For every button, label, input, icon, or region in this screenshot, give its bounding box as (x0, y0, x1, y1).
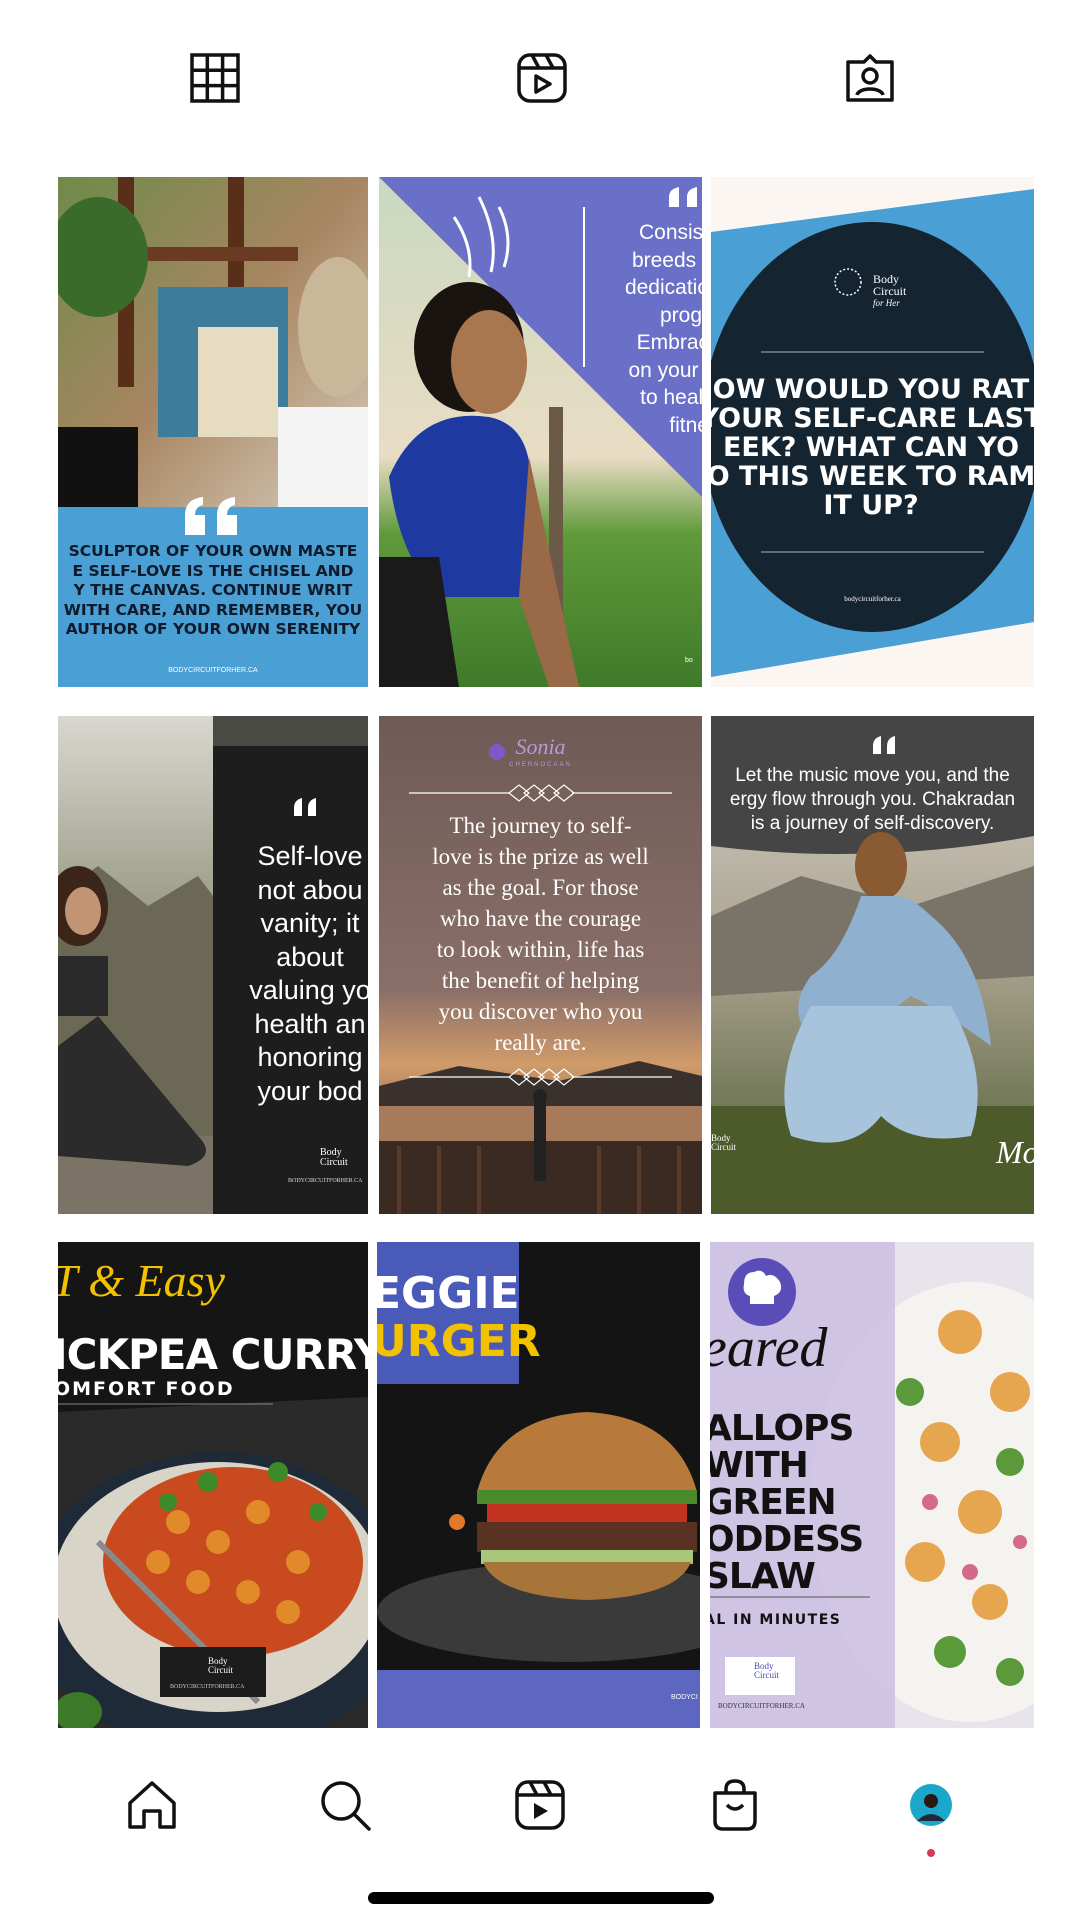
brand-line-2: Circuit (711, 1142, 736, 1152)
profile-avatar[interactable] (896, 1770, 966, 1840)
post-site-label: bodycircuitforher.ca (844, 595, 901, 603)
post-site-label: BODYCI (671, 1694, 698, 1701)
post-script-text: T & Easy (58, 1255, 225, 1306)
post-tile-4[interactable]: Self-love not abou vanity; it about valu… (58, 716, 368, 1214)
home-icon[interactable] (117, 1770, 187, 1840)
post-site-label: BODYCIRCUITFORHER.CA (288, 1178, 363, 1184)
post-title-line-2: URGER (377, 1316, 541, 1367)
post-tile-2[interactable]: Consist breeds r dedicatio progr Embrac … (379, 177, 702, 687)
post-caption-text: OW WOULD YOU RAT YOUR SELF-CARE LAST EEK… (711, 374, 1034, 521)
shop-icon[interactable] (700, 1770, 770, 1840)
post-site-label: BODYCIRCUITFORHER.CA (718, 1702, 805, 1710)
post-tile-1[interactable]: SCULPTOR OF YOUR OWN MASTE E SELF-LOVE I… (58, 177, 368, 687)
post-caption-text: Consist breeds r dedicatio progr Embrac … (624, 221, 702, 437)
post-script-text: eared (710, 1317, 828, 1379)
post-tile-6[interactable]: Let the music move you, and the ergy flo… (711, 716, 1034, 1214)
post-grid: SCULPTOR OF YOUR OWN MASTE E SELF-LOVE I… (0, 0, 1080, 1728)
quote-mark-icon (185, 497, 237, 535)
post-caption-text: SCULPTOR OF YOUR OWN MASTE E SELF-LOVE I… (63, 542, 363, 638)
brand-subtext: CHERNOCAAN (509, 762, 572, 768)
post-title-line-1: EGGIE (377, 1268, 520, 1319)
home-indicator[interactable] (368, 1892, 714, 1904)
notification-dot (927, 1849, 935, 1857)
brand-line-2: Circuit (208, 1665, 233, 1675)
brand-logo: Body Circuit for Her (873, 273, 906, 309)
brand-logo: Body Circuit (711, 1134, 736, 1152)
brand-line-2: Circuit (873, 284, 907, 298)
post-tile-9[interactable]: eared ALLOPS WITH GREEN ODDESS SLAW AL I… (710, 1242, 1034, 1728)
post-site-label: bo (685, 657, 693, 664)
post-site-label: BODYCIRCUITFORHER.CA (170, 1684, 245, 1690)
bottom-nav (0, 1770, 1080, 1860)
brand-line-2: Circuit (320, 1157, 348, 1168)
post-title-text: ICKPEA CURRY (58, 1330, 368, 1379)
brand-logo-text: Sonia (515, 734, 566, 759)
reels-nav-icon[interactable] (505, 1770, 575, 1840)
post-tile-8[interactable]: EGGIE URGER BODYCI (377, 1242, 700, 1728)
post-tile-3[interactable]: Body Circuit for Her OW WOULD YOU RAT YO… (711, 177, 1034, 687)
brand-logo: Body Circuit (208, 1657, 233, 1675)
post-tile-7[interactable]: T & Easy ICKPEA CURRY OMFORT FOOD Body C… (58, 1242, 368, 1728)
post-title-text: ALLOPS WITH GREEN ODDESS SLAW (710, 1408, 864, 1597)
brand-line-3: for Her (873, 298, 900, 308)
search-icon[interactable] (310, 1770, 380, 1840)
post-caption-text: Let the music move you, and the ergy flo… (729, 765, 1016, 834)
signature-text: Mot (996, 1134, 1034, 1170)
brand-logo: Body Circuit (320, 1148, 348, 1168)
post-tile-5[interactable]: Sonia CHERNOCAAN The journey to self- lo… (379, 716, 702, 1214)
post-subtitle-text: AL IN MINUTES (710, 1612, 842, 1628)
brand-line-2: Circuit (754, 1670, 779, 1680)
post-caption-text: The journey to self- love is the prize a… (432, 813, 649, 1055)
post-site-label: BODYCIRCUITFORHER.CA (168, 667, 258, 674)
brand-logo: Body Circuit (754, 1662, 779, 1680)
post-subtitle-text: OMFORT FOOD (58, 1378, 235, 1400)
post-caption-text: Self-love not abou vanity; it about valu… (249, 841, 368, 1106)
